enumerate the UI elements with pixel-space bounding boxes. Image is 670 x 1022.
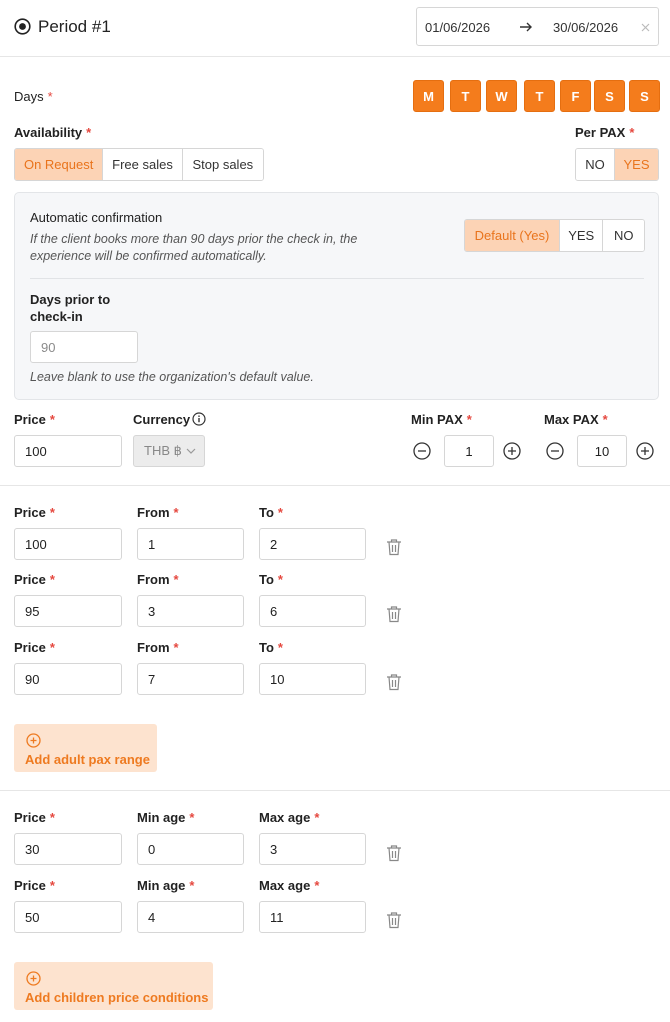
availability-free-sales[interactable]: Free sales (103, 149, 183, 180)
per-pax-toggle: NO YES (575, 148, 659, 181)
currency-select[interactable]: THB ฿ (133, 435, 205, 467)
auto-confirm-yes[interactable]: YES (559, 220, 604, 251)
days-label: Days * (14, 89, 53, 104)
currency-label: Currency (133, 412, 191, 427)
range-from-input[interactable]: 3 (137, 595, 244, 627)
range-from-input[interactable]: 1 (137, 528, 244, 560)
child-max-age-input[interactable]: 11 (259, 901, 366, 933)
add-children-price-conditions-label: Add children price conditions (25, 990, 209, 1005)
range-to-input[interactable]: 2 (259, 528, 366, 560)
period-title: Period #1 (38, 17, 111, 36)
day-sat[interactable]: S (594, 80, 625, 112)
max-pax-increment-icon[interactable] (635, 441, 655, 461)
range-price-input[interactable]: 90 (14, 663, 122, 695)
range-from-input[interactable]: 7 (137, 663, 244, 695)
range-to-input[interactable]: 6 (259, 595, 366, 627)
min-pax-increment-icon[interactable] (502, 441, 522, 461)
divider (0, 790, 670, 791)
range-from-label: From * (137, 572, 179, 587)
range-to-input[interactable]: 10 (259, 663, 366, 695)
child-price-input[interactable]: 30 (14, 833, 122, 865)
day-sun[interactable]: S (629, 80, 660, 112)
availability-toggle: On Request Free sales Stop sales (14, 148, 264, 181)
child-price-label: Price * (14, 878, 55, 893)
child-min-age-label: Min age * (137, 810, 195, 825)
clear-icon[interactable] (641, 23, 650, 32)
days-prior-input[interactable]: 90 (30, 331, 138, 363)
days-prior-hint: Leave blank to use the organization's de… (30, 370, 314, 384)
trash-icon[interactable] (386, 538, 402, 556)
day-mon[interactable]: M (413, 80, 444, 112)
child-max-age-label: Max age * (259, 810, 320, 825)
date-from[interactable]: 01/06/2026 (425, 20, 490, 35)
min-pax-input[interactable]: 1 (444, 435, 494, 467)
day-fri[interactable]: F (560, 80, 591, 112)
price-label: Price * (14, 412, 55, 427)
range-from-label: From * (137, 505, 179, 520)
max-pax-input[interactable]: 10 (577, 435, 627, 467)
trash-icon[interactable] (386, 844, 402, 862)
child-max-age-label: Max age * (259, 878, 320, 893)
child-min-age-label: Min age * (137, 878, 195, 893)
range-from-label: From * (137, 640, 179, 655)
auto-confirm-description: If the client books more than 90 days pr… (30, 232, 358, 263)
date-range-picker[interactable]: 01/06/2026 30/06/2026 (416, 7, 659, 46)
availability-on-request[interactable]: On Request (15, 149, 104, 180)
info-icon[interactable] (192, 412, 206, 426)
radio-selected-icon[interactable] (14, 18, 31, 35)
range-to-label: To * (259, 640, 283, 655)
child-price-label: Price * (14, 810, 55, 825)
max-pax-label: Max PAX * (544, 412, 608, 427)
child-min-age-input[interactable]: 0 (137, 833, 244, 865)
trash-icon[interactable] (386, 605, 402, 623)
range-price-input[interactable]: 100 (14, 528, 122, 560)
auto-confirm-no[interactable]: NO (603, 220, 644, 251)
per-pax-label: Per PAX * (575, 125, 635, 140)
add-children-price-conditions-button[interactable]: Add children price conditions (14, 962, 213, 1010)
min-pax-label: Min PAX * (411, 412, 472, 427)
trash-icon[interactable] (386, 673, 402, 691)
auto-confirm-title: Automatic confirmation (30, 210, 163, 225)
chevron-down-icon (186, 448, 196, 454)
per-pax-no[interactable]: NO (576, 149, 616, 180)
range-to-label: To * (259, 505, 283, 520)
add-adult-pax-range-button[interactable]: Add adult pax range (14, 724, 157, 772)
availability-label: Availability * (14, 125, 92, 140)
divider (0, 485, 670, 486)
plus-circle-icon (26, 971, 41, 986)
trash-icon[interactable] (386, 911, 402, 929)
per-pax-yes[interactable]: YES (615, 149, 658, 180)
day-wed[interactable]: W (486, 80, 517, 112)
panel-divider (30, 278, 644, 279)
day-thu[interactable]: T (524, 80, 555, 112)
plus-circle-icon (26, 733, 41, 748)
date-to[interactable]: 30/06/2026 (553, 20, 618, 35)
range-price-label: Price * (14, 505, 55, 520)
child-price-input[interactable]: 50 (14, 901, 122, 933)
max-pax-decrement-icon[interactable] (545, 441, 565, 461)
range-price-input[interactable]: 95 (14, 595, 122, 627)
availability-stop-sales[interactable]: Stop sales (182, 149, 263, 180)
range-price-label: Price * (14, 640, 55, 655)
price-input[interactable]: 100 (14, 435, 122, 467)
add-adult-pax-range-label: Add adult pax range (25, 752, 150, 767)
arrow-right-icon (520, 22, 532, 32)
min-pax-decrement-icon[interactable] (412, 441, 432, 461)
divider (0, 56, 670, 57)
days-prior-label: Days prior to check-in (30, 292, 111, 324)
range-to-label: To * (259, 572, 283, 587)
day-tue[interactable]: T (450, 80, 481, 112)
auto-confirm-panel: Automatic confirmation If the client boo… (14, 192, 659, 400)
child-min-age-input[interactable]: 4 (137, 901, 244, 933)
range-price-label: Price * (14, 572, 55, 587)
child-max-age-input[interactable]: 3 (259, 833, 366, 865)
auto-confirm-default[interactable]: Default (Yes) (465, 220, 560, 251)
auto-confirm-toggle: Default (Yes) YES NO (464, 219, 645, 252)
